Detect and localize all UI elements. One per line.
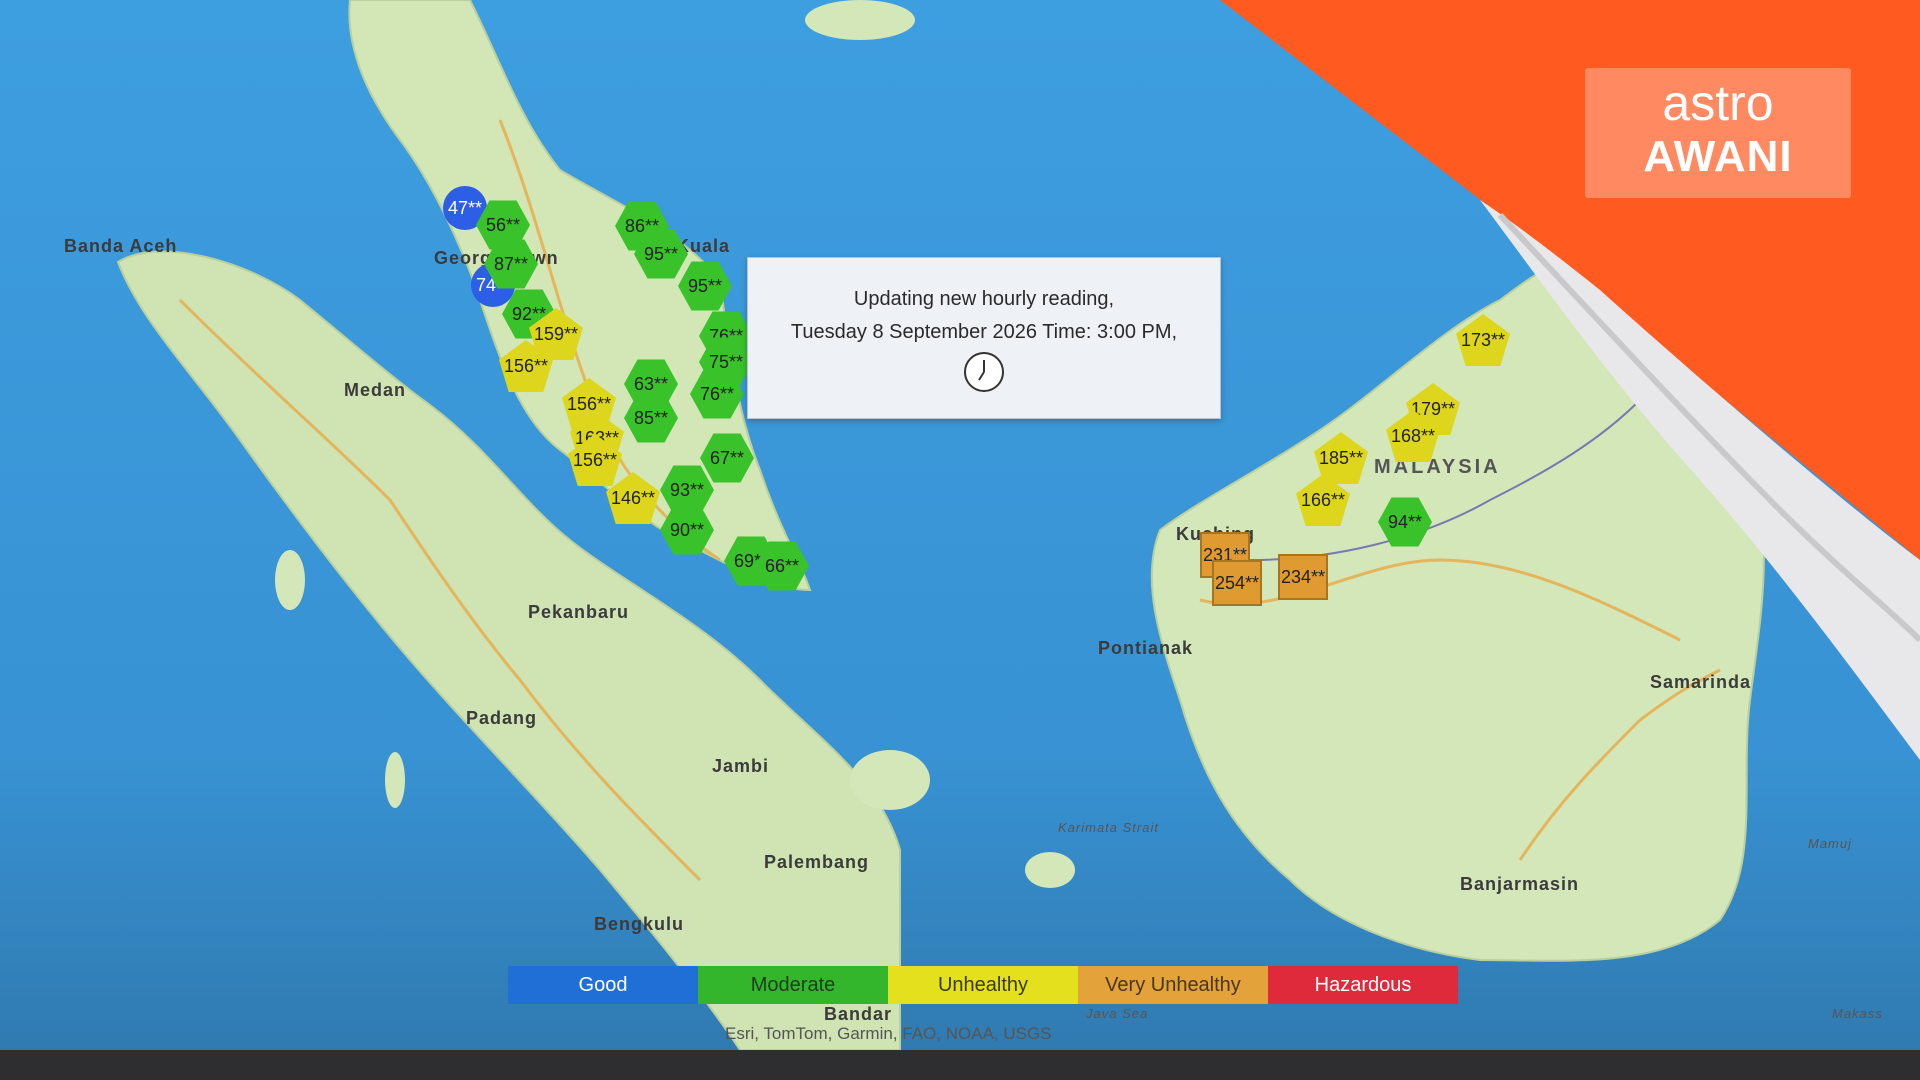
logo-line-1: astro — [1662, 75, 1774, 131]
popup-line-2: Tuesday 8 September 2026 Time: 3:00 PM, — [790, 321, 1178, 343]
legend-moderate: Moderate — [698, 966, 888, 1004]
place-bandar: Bandar — [824, 1004, 893, 1024]
screen-bottom-bar — [0, 1050, 1920, 1080]
legend-good: Good — [508, 966, 698, 1004]
place-padang: Padang — [466, 708, 538, 728]
place-pontianak: Pontianak — [1098, 638, 1194, 658]
popup-line-1: Updating new hourly reading, — [853, 288, 1115, 310]
clock-icon — [964, 352, 1004, 392]
astro-awani-logo: astro AWANI — [1585, 68, 1851, 198]
place-makassar: Makass — [1832, 1006, 1883, 1021]
aqi-marker[interactable]: 234** — [1278, 554, 1328, 600]
aqi-marker[interactable]: 254** — [1212, 560, 1262, 606]
place-mamuju: Mamuj — [1808, 836, 1853, 851]
place-karimata-strait: Karimata Strait — [1058, 820, 1159, 835]
place-pekanbaru: Pekanbaru — [528, 602, 630, 622]
legend-unhealthy: Unhealthy — [888, 966, 1078, 1004]
place-java-sea: Java Sea — [1086, 1006, 1149, 1021]
logo-line-2: AWANI — [1643, 132, 1793, 181]
place-malaysia: MALAYSIA — [1374, 456, 1501, 478]
place-medan: Medan — [344, 380, 407, 400]
update-popup: Updating new hourly reading, Tuesday 8 S… — [747, 257, 1221, 419]
place-bengkulu: Bengkulu — [594, 914, 685, 934]
legend-hazardous: Hazardous — [1268, 966, 1458, 1004]
place-banjarmasin: Banjarmasin — [1460, 874, 1580, 894]
place-samarinda: Samarinda — [1650, 672, 1752, 692]
map-attribution: Esri, TomTom, Garmin, FAO, NOAA, USGS — [725, 1024, 1052, 1043]
aqi-legend: Good Moderate Unhealthy Very Unhealthy H… — [508, 966, 1458, 1004]
place-banda-aceh: Banda Aceh — [64, 236, 178, 256]
place-jambi: Jambi — [712, 756, 770, 776]
legend-very-unhealthy: Very Unhealthy — [1078, 966, 1268, 1004]
place-palembang: Palembang — [764, 852, 870, 872]
